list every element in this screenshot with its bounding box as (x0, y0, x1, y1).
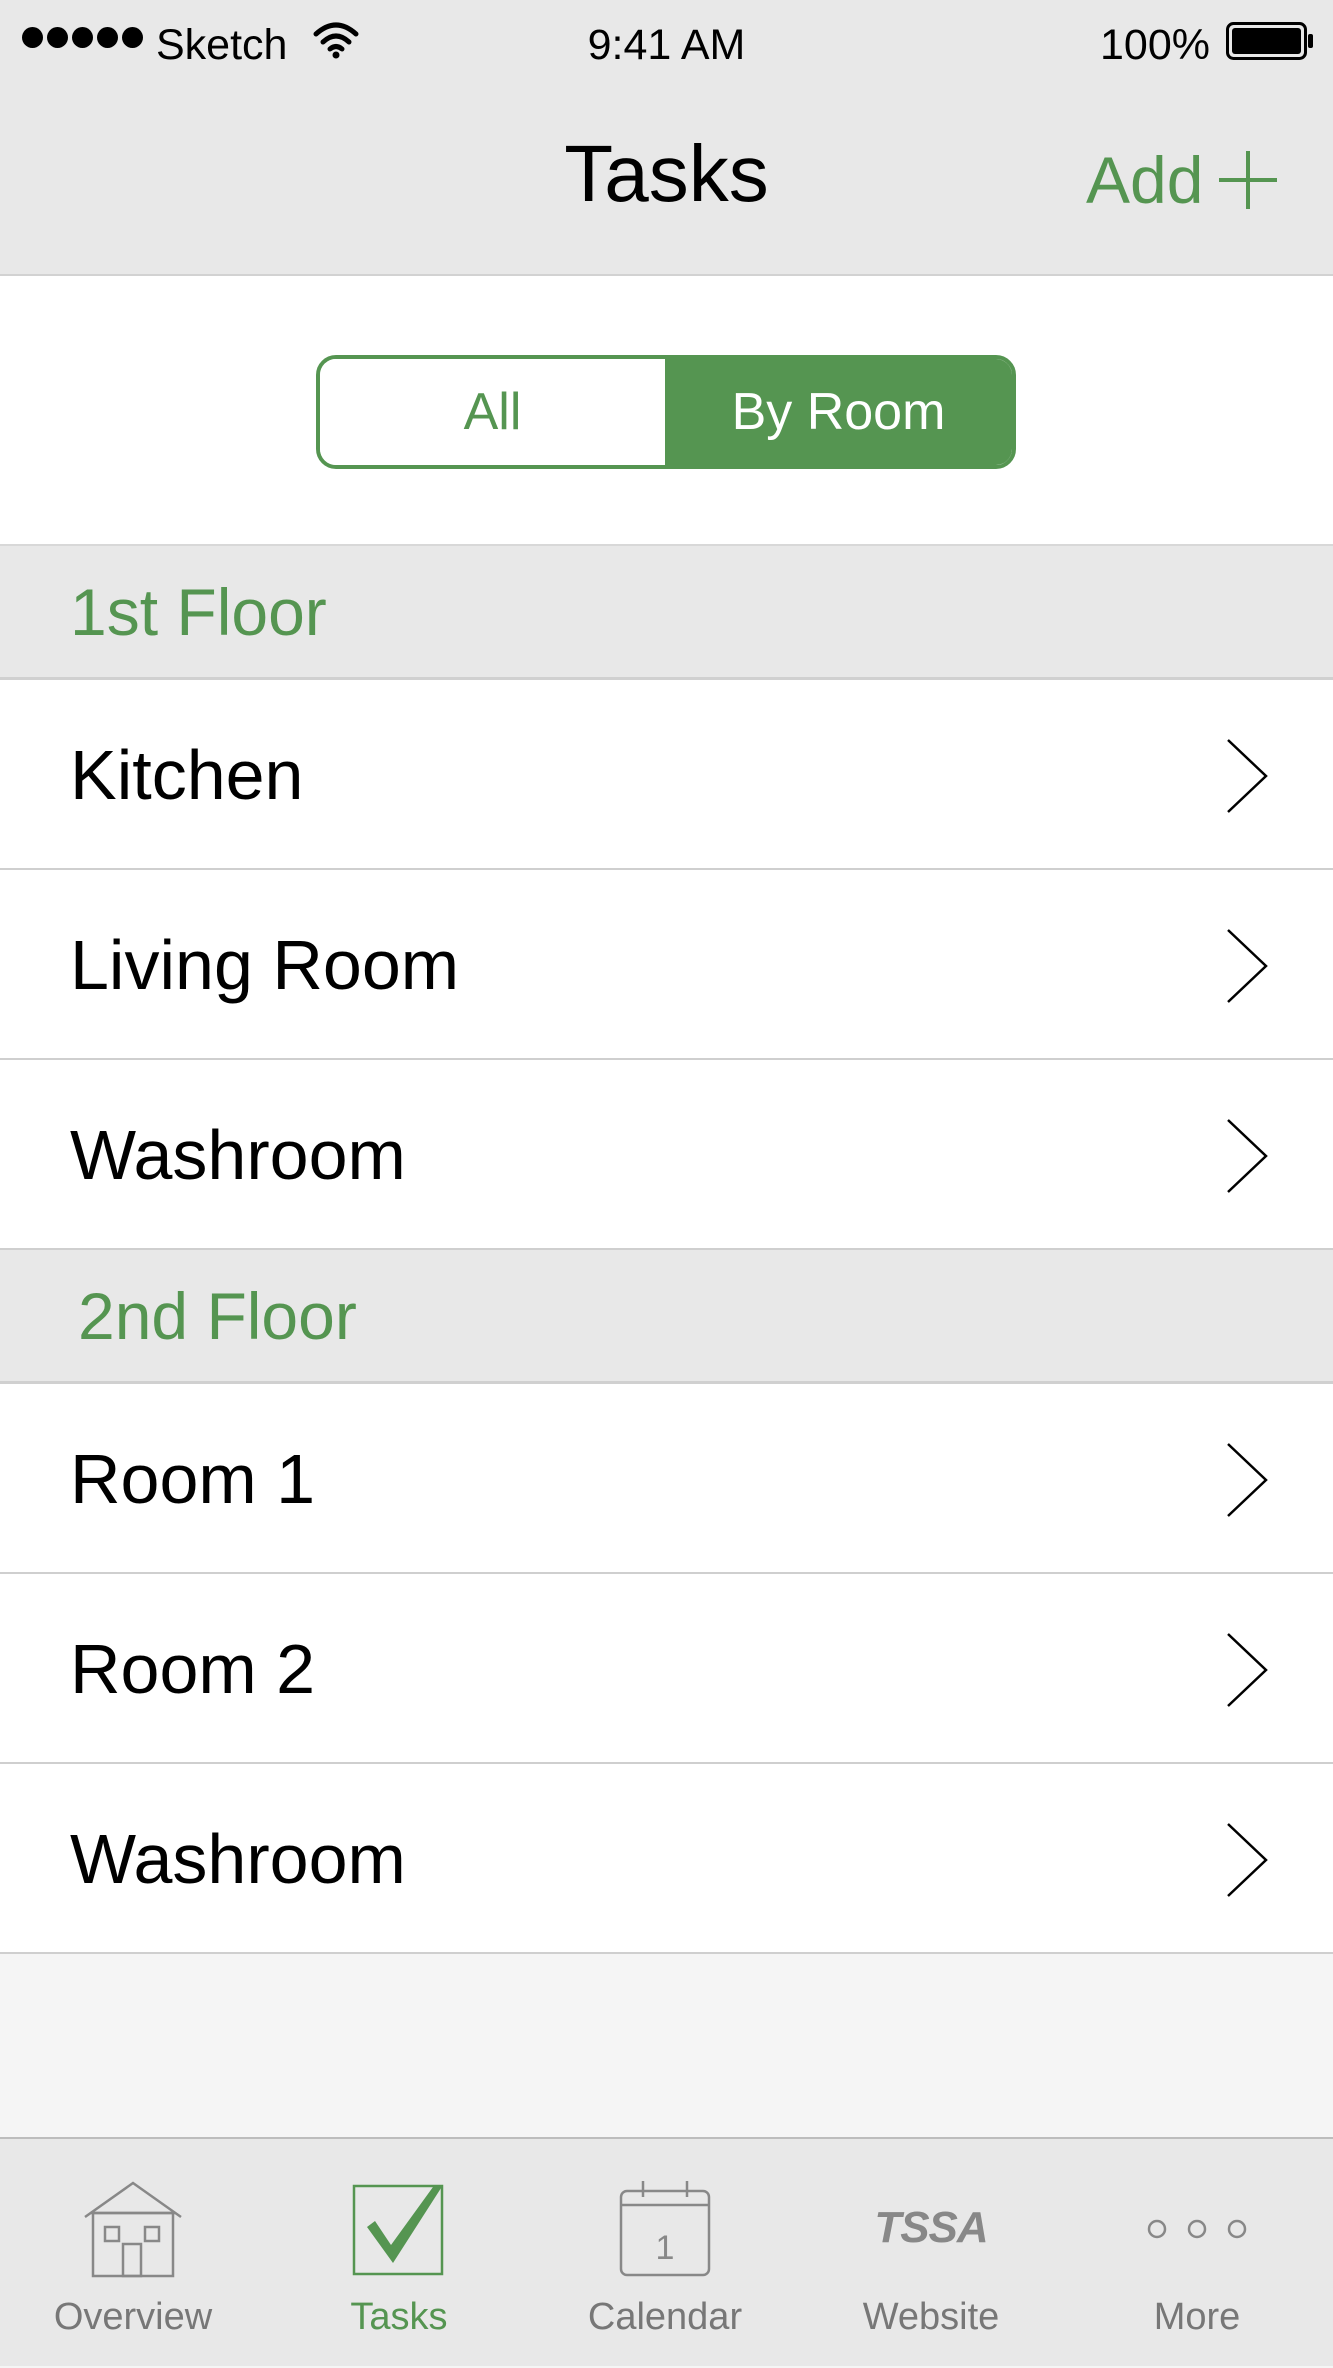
segment-by-room[interactable]: By Room (665, 359, 1012, 465)
chevron-right-icon (1227, 929, 1268, 1003)
chevron-right-icon (1227, 1823, 1268, 1897)
more-icon (1147, 2219, 1247, 2239)
battery-icon (1226, 22, 1313, 60)
tab-label: Tasks (350, 2296, 448, 2338)
calendar-icon: 1 (619, 2181, 711, 2277)
list-item[interactable]: Living Room (0, 870, 1333, 1060)
segment-all[interactable]: All (320, 359, 665, 465)
row-label: Washroom (70, 1820, 406, 1898)
section-header: 1st Floor (0, 546, 1333, 680)
tab-calendar[interactable]: 1 Calendar (532, 2139, 798, 2368)
list-item[interactable]: Room 1 (0, 1384, 1333, 1574)
list-item[interactable]: Room 2 (0, 1574, 1333, 1764)
tab-website[interactable]: TSSA Website (798, 2139, 1064, 2368)
tab-label: Calendar (587, 2296, 743, 2338)
view-segmented-control: All By Room (316, 355, 1016, 469)
tab-overview[interactable]: Overview (0, 2139, 266, 2368)
house-icon (84, 2181, 182, 2278)
row-label: Living Room (70, 926, 460, 1004)
tssa-logo-icon: TSSA (874, 2203, 988, 2252)
tab-more[interactable]: More (1064, 2139, 1330, 2368)
section-header: 2nd Floor (0, 1250, 1333, 1384)
battery-percentage: 100% (1100, 21, 1210, 69)
section-title: 1st Floor (70, 575, 327, 649)
tab-label: Website (862, 2296, 1000, 2338)
plus-icon (1219, 151, 1278, 209)
chevron-right-icon (1227, 1633, 1268, 1707)
list-item[interactable]: Kitchen (0, 680, 1333, 870)
row-label: Room 2 (70, 1630, 316, 1708)
tab-label: More (1153, 2296, 1241, 2338)
list-item[interactable]: Washroom (0, 1764, 1333, 1954)
row-label: Room 1 (70, 1440, 316, 1518)
chevron-right-icon (1227, 739, 1268, 813)
calendar-day-number: 1 (656, 2229, 675, 2267)
add-button[interactable]: Add (1086, 140, 1279, 220)
row-label: Kitchen (70, 736, 304, 814)
tab-label: Overview (53, 2296, 213, 2338)
checkbox-icon (352, 2184, 444, 2276)
list-item[interactable]: Washroom (0, 1060, 1333, 1250)
row-label: Washroom (70, 1116, 406, 1194)
chevron-right-icon (1227, 1119, 1268, 1193)
tab-tasks[interactable]: Tasks (266, 2139, 532, 2368)
tab-bar: Overview Tasks 1 Calendar TSSA Website M… (0, 2137, 1333, 2366)
section-title: 2nd Floor (78, 1279, 357, 1353)
chevron-right-icon (1227, 1443, 1268, 1517)
add-button-label: Add (1086, 143, 1204, 217)
